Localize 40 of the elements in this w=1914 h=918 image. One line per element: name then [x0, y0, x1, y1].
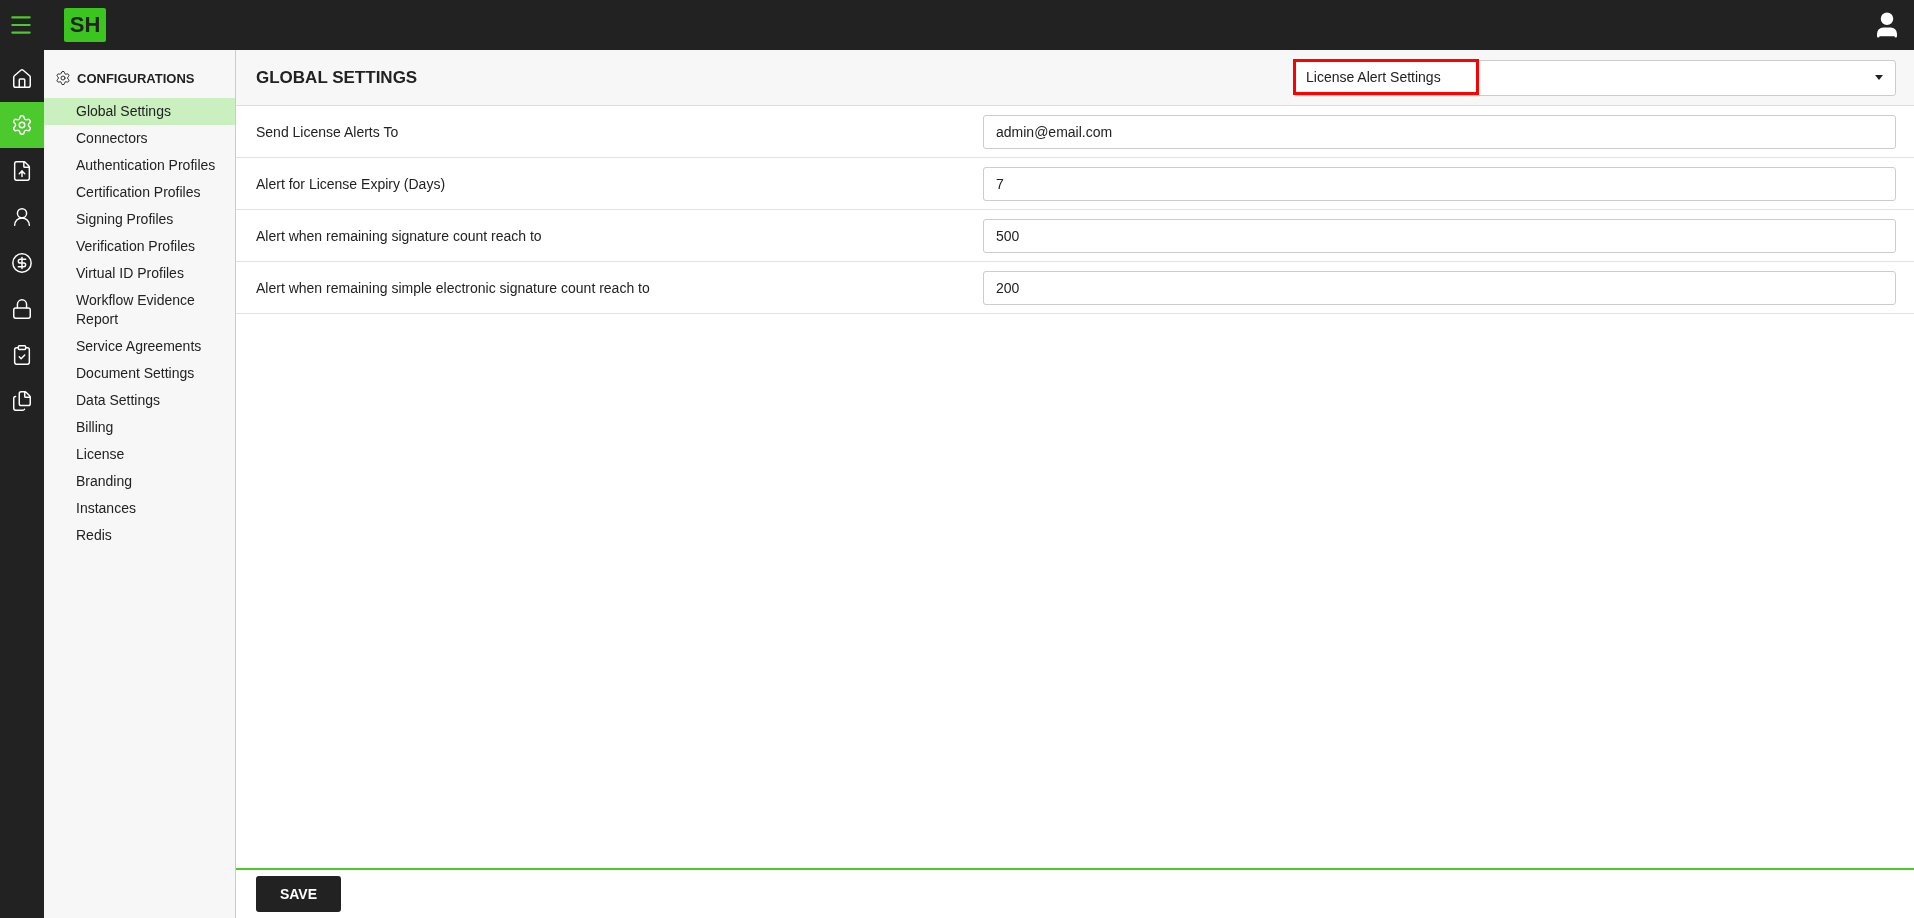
field-label: Send License Alerts To	[256, 123, 400, 140]
sidebar-item[interactable]: Connectors	[44, 125, 235, 152]
sidebar-item[interactable]: Global Settings	[44, 98, 235, 125]
sidebar-item[interactable]: Document Settings	[44, 360, 235, 387]
save-button[interactable]: SAVE	[256, 876, 341, 912]
file-upload-icon	[11, 160, 33, 182]
sidebar-item[interactable]: Verification Profiles	[44, 233, 235, 260]
input-field[interactable]: 500	[983, 218, 1896, 253]
field-label: Alert for License Expiry (Days)	[256, 175, 447, 192]
sidebar-item[interactable]: Data Settings	[44, 387, 235, 414]
input-field[interactable]: admin@email.com	[983, 114, 1896, 149]
sidebar-item[interactable]: Virtual ID Profiles	[44, 260, 235, 287]
lock-icon	[11, 298, 33, 320]
sidebar-item[interactable]: Certification Profiles	[44, 179, 235, 206]
logo: SH	[64, 8, 106, 42]
caret-icon	[1875, 75, 1883, 80]
input-field[interactable]: 200	[983, 270, 1896, 305]
dollar-icon	[11, 252, 33, 274]
sidebar-title: CONFIGURATIONS	[77, 70, 195, 86]
input-field[interactable]: 7	[983, 166, 1896, 201]
section-select[interactable]: License Alert Settings	[1294, 59, 1896, 96]
sidebar-item[interactable]: Authentication Profiles	[44, 152, 235, 179]
settings-icon	[11, 114, 33, 136]
field-label: Alert when remaining signature count reach to	[256, 227, 543, 244]
sidebar-item[interactable]: Instances	[44, 495, 235, 522]
person-icon	[11, 206, 33, 228]
home-icon	[11, 68, 33, 90]
sidebar-item[interactable]: Branding	[44, 468, 235, 495]
clipboard-check-icon	[11, 344, 33, 366]
field-label: Alert when remaining simple electronic signature count reach to	[256, 279, 651, 296]
sidebar-item[interactable]: Service Agreements	[44, 333, 235, 360]
sidebar-item[interactable]: License	[44, 441, 235, 468]
documents-icon	[11, 390, 33, 412]
sidebar-item[interactable]: Billing	[44, 414, 235, 441]
sidebar-item[interactable]: Signing Profiles	[44, 206, 235, 233]
settings-icon	[55, 70, 71, 86]
sidebar-item[interactable]: Workflow Evidence Report	[44, 287, 235, 333]
select-value: License Alert Settings	[1293, 58, 1479, 95]
sidebar-item[interactable]: Redis	[44, 522, 235, 549]
page-title: GLOBAL SETTINGS	[256, 67, 418, 88]
